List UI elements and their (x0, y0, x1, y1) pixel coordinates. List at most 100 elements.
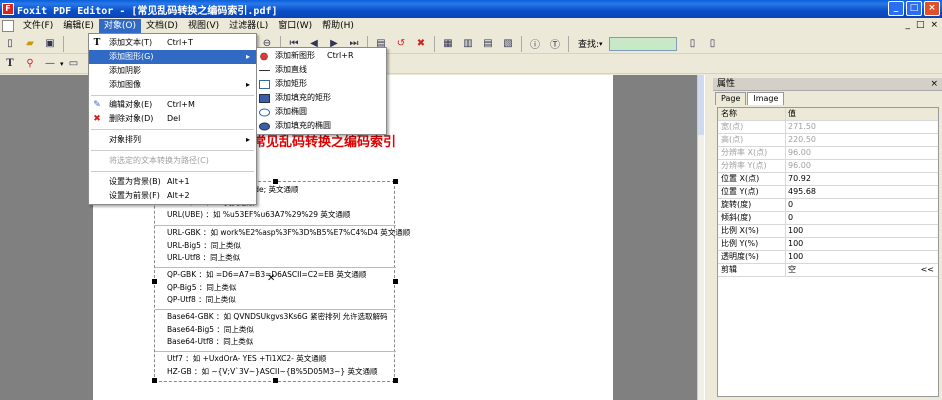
mdi-restore-button[interactable]: □ (916, 20, 925, 30)
property-value[interactable]: 空 (788, 264, 796, 276)
delete-page-icon[interactable]: ✖ (413, 36, 429, 52)
encoding-group-4: Base64-GBK ：如 QVNDSUkgvs3Ks6G 紧密排列 允许选取解… (167, 311, 388, 349)
tab-image[interactable]: Image (747, 92, 785, 105)
minimize-button[interactable]: _ (888, 1, 904, 16)
menu-label: 添加椭圆 (275, 107, 307, 116)
find-prev-icon[interactable]: ▯ (685, 36, 701, 52)
text-line: Base64-Utf8 ：同上类似 (167, 337, 254, 346)
menu-label: 添加直线 (275, 65, 307, 74)
menu-edit-object[interactable]: ✎ 编辑对象(E) Ctrl+M (89, 98, 256, 112)
submenu-add-ellipse[interactable]: 添加椭圆 (257, 105, 386, 119)
menu-set-background[interactable]: 设置为背景(B) Alt+1 (89, 175, 256, 189)
text-icon[interactable]: T (2, 56, 18, 72)
resize-handle[interactable] (152, 378, 157, 383)
line-icon[interactable]: — (42, 56, 58, 72)
vertical-scrollbar[interactable] (697, 75, 705, 400)
rect-icon[interactable]: ▭ (66, 56, 82, 72)
menu-text-to-path[interactable]: 将选定的文本转换为路径(C) (89, 154, 256, 168)
shape-icon[interactable]: ⚲ (22, 56, 38, 72)
submenu-arrow-icon: ▸ (245, 80, 250, 89)
submenu-add-rectangle[interactable]: 添加矩形 (257, 77, 386, 91)
submenu-add-line[interactable]: 添加直线 (257, 63, 386, 77)
property-value[interactable]: 495.68 (788, 186, 816, 198)
menu-label: 将选定的文本转换为路径(C) (109, 156, 209, 165)
menu-add-shape[interactable]: 添加图形(G) ▸ (89, 50, 256, 64)
menu-label: 删除对象(D) (109, 114, 154, 123)
submenu-add-filled-rectangle[interactable]: 添加填充的矩形 (257, 91, 386, 105)
menu-view[interactable]: 视图(V) (183, 19, 224, 34)
menu-edit[interactable]: 编辑(E) (58, 19, 99, 34)
property-row[interactable]: 比例 X(%) 100 (718, 225, 938, 238)
property-value[interactable]: 0 (788, 212, 793, 224)
layout-icon[interactable]: ▧ (500, 36, 516, 52)
property-row[interactable]: 旋转(度) 0 (718, 199, 938, 212)
text-tool-icon[interactable]: Ⓣ (547, 36, 563, 52)
menu-shortcut: Ctrl+R (327, 51, 354, 60)
insert-page-icon[interactable]: ↺ (393, 36, 409, 52)
find-label: 查找: (578, 40, 600, 50)
panel-splitter[interactable] (704, 75, 713, 400)
resize-handle[interactable] (273, 179, 278, 184)
menu-bar: 文件(F) 编辑(E) 对象(O) 文档(D) 视图(V) 过滤器(L) 窗口(… (0, 18, 942, 34)
menu-label: 编辑对象(E) (109, 100, 153, 109)
mdi-minimize-button[interactable]: _ (905, 20, 910, 30)
property-row[interactable]: 比例 Y(%) 100 (718, 238, 938, 251)
property-row[interactable]: 倾斜(度) 0 (718, 212, 938, 225)
property-value[interactable]: 70.92 (788, 173, 811, 185)
resize-handle[interactable] (393, 378, 398, 383)
text-line: Base64-Big5 ：同上类似 (167, 324, 254, 334)
menu-set-foreground[interactable]: 设置为前景(F) Alt+2 (89, 189, 256, 203)
menu-object[interactable]: 对象(O) (98, 18, 142, 34)
property-value[interactable]: 100 (788, 251, 803, 263)
menu-shortcut: Ctrl+T (167, 38, 193, 47)
find-dropdown-icon[interactable]: ▾ (599, 40, 603, 48)
find-input[interactable] (608, 36, 677, 51)
grid-icon[interactable]: ▦ (440, 36, 456, 52)
mdi-close-button[interactable]: × (930, 20, 938, 30)
property-value[interactable]: 100 (788, 225, 803, 237)
property-row[interactable]: 剪辑 空 << (718, 264, 938, 277)
resize-handle[interactable] (273, 378, 278, 383)
maximize-button[interactable]: □ (906, 1, 922, 16)
property-row[interactable]: 位置 X(点) 70.92 (718, 173, 938, 186)
text-icon: T (93, 38, 101, 48)
title-bar: F Foxit PDF Editor - [常见乱码转换之编码索引.pdf] _… (0, 0, 942, 18)
menu-help[interactable]: 帮助(H) (317, 19, 359, 34)
menu-label: 添加图像 (109, 80, 141, 89)
line-dropdown-icon[interactable]: ▾ (60, 60, 64, 68)
panel-close-icon[interactable]: × (930, 78, 938, 91)
property-row[interactable]: 位置 Y(点) 495.68 (718, 186, 938, 199)
rows-icon[interactable]: ▤ (480, 36, 496, 52)
menu-add-shadow[interactable]: 添加阴影 (89, 64, 256, 78)
save-icon[interactable]: ▣ (42, 36, 58, 52)
columns-icon[interactable]: ▥ (460, 36, 476, 52)
property-row[interactable]: 透明度(%) 100 (718, 251, 938, 264)
find-next-icon[interactable]: ▯ (705, 36, 721, 52)
menu-label: 添加填充的椭圆 (275, 121, 331, 130)
menu-document[interactable]: 文档(D) (141, 19, 183, 34)
menu-add-image[interactable]: 添加图像 ▸ (89, 78, 256, 92)
new-file-icon[interactable]: ▯ (2, 36, 18, 52)
properties-icon[interactable]: ⓘ (527, 36, 543, 52)
menu-arrange-object[interactable]: 对象排列 ▸ (89, 133, 256, 147)
property-value[interactable]: 0 (788, 199, 793, 211)
menu-shortcut: Alt+2 (167, 191, 190, 200)
resize-handle[interactable] (393, 279, 398, 284)
menu-file[interactable]: 文件(F) (18, 19, 58, 34)
property-key: 剪辑 (721, 265, 737, 274)
text-line: URL-Big5 ：同上类似 (167, 240, 241, 250)
tab-page[interactable]: Page (715, 92, 747, 105)
submenu-add-new-shape[interactable]: 添加新图形 Ctrl+R (257, 49, 386, 63)
menu-add-text[interactable]: T 添加文本(T) Ctrl+T (89, 36, 256, 50)
menu-delete-object[interactable]: ✖ 删除对象(D) Del (89, 112, 256, 126)
close-button[interactable]: × (924, 1, 940, 16)
menu-filter[interactable]: 过滤器(L) (224, 19, 273, 34)
properties-header: 名称 值 (718, 108, 938, 121)
submenu-add-filled-ellipse[interactable]: 添加填充的椭圆 (257, 119, 386, 133)
menu-window[interactable]: 窗口(W) (273, 19, 317, 34)
open-folder-icon[interactable]: ▰ (22, 36, 38, 52)
resize-handle[interactable] (393, 179, 398, 184)
expand-button[interactable]: << (921, 264, 934, 276)
resize-handle[interactable] (152, 279, 157, 284)
property-value[interactable]: 100 (788, 238, 803, 250)
